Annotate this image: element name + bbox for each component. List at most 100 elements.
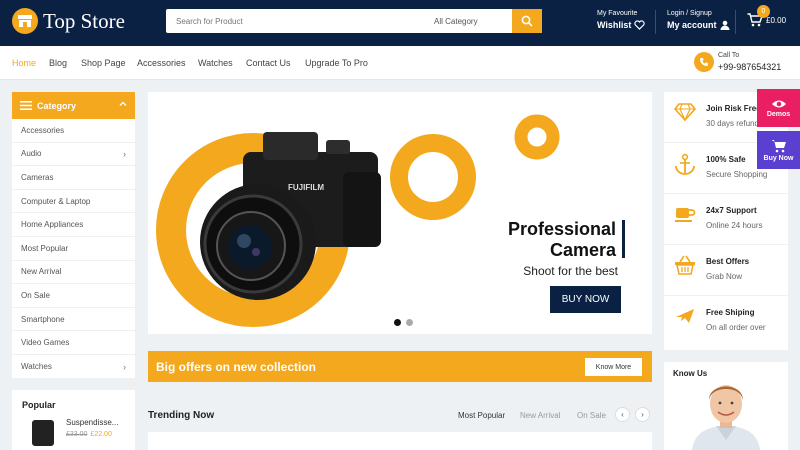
category-label: Smartphone — [21, 314, 65, 324]
category-label: Most Popular — [21, 243, 69, 253]
top-header: Top Store All Category My Favourite Wish… — [0, 0, 800, 46]
basket-icon — [675, 255, 695, 275]
category-select[interactable]: All Category — [434, 17, 478, 26]
old-price: £33.00 — [66, 431, 88, 438]
category-label: Home Appliances — [21, 220, 84, 230]
tab-most-popular[interactable]: Most Popular — [458, 411, 505, 420]
category-label: Accessories — [21, 125, 65, 135]
heart-icon — [634, 20, 646, 30]
category-item-home-appliances[interactable]: Home Appliances — [12, 213, 135, 237]
login-signup-label: Login / Signup — [667, 10, 712, 17]
category-label: New Arrival — [21, 267, 62, 277]
feature-title: Best Offers — [706, 257, 750, 266]
my-account-label: My account — [667, 20, 717, 30]
user-icon — [720, 20, 730, 30]
know-us-section: Know Us — [664, 362, 788, 450]
category-header[interactable]: Category — [12, 92, 135, 119]
slider-dot[interactable] — [406, 319, 413, 326]
category-label: On Sale — [21, 290, 50, 300]
call-label: Call To — [718, 52, 740, 59]
logo-text: Top Store — [43, 8, 125, 33]
feature-item: Free Shiping On all order over — [664, 296, 788, 347]
feature-subtitle: On all order over — [706, 323, 766, 332]
call-to[interactable]: Call To +99-987654321 — [694, 52, 781, 72]
demos-label: Demos — [766, 110, 791, 118]
account-link[interactable]: Login / Signup My account — [667, 10, 730, 30]
category-title: Category — [37, 100, 77, 111]
cart-total: £0.00 — [766, 16, 787, 25]
search-bar: All Category — [166, 9, 542, 33]
popular-section: Popular Suspendisse... £33.00 £22.00 — [12, 390, 135, 450]
phone-icon — [694, 52, 714, 72]
coffee-cup-icon — [675, 208, 696, 222]
chevron-up-icon — [119, 101, 127, 106]
search-button[interactable] — [512, 9, 542, 33]
product-name[interactable]: Suspendisse... — [66, 418, 118, 427]
prev-arrow-button[interactable]: ‹ — [615, 407, 630, 422]
feature-subtitle: Grab Now — [706, 272, 743, 281]
hero-title-line1: Professional — [507, 219, 616, 239]
nav-shop-page[interactable]: Shop Page — [81, 58, 126, 68]
category-label: Audio — [21, 149, 42, 159]
category-item-on-sale[interactable]: On Sale — [12, 284, 135, 308]
category-item-smartphone[interactable]: Smartphone — [12, 308, 135, 332]
offer-banner: Big offers on new collection Know More — [148, 351, 652, 382]
popular-title: Popular — [22, 400, 56, 410]
orange-ring-small — [514, 114, 560, 160]
search-input[interactable] — [166, 16, 406, 26]
nav-contact-us[interactable]: Contact Us — [246, 58, 291, 68]
buy-now-button[interactable]: BUY NOW — [550, 286, 621, 313]
search-icon — [521, 15, 533, 27]
nav-upgrade-to-pro[interactable]: Upgrade To Pro — [305, 58, 368, 68]
nav-blog[interactable]: Blog — [49, 58, 67, 68]
nav-home[interactable]: Home — [12, 58, 36, 68]
plane-icon — [676, 309, 694, 323]
category-item-watches[interactable]: Watches › — [12, 355, 135, 379]
feature-title: Free Shiping — [706, 308, 755, 317]
person-photo — [692, 385, 760, 450]
category-item-accessories[interactable]: Accessories — [12, 119, 135, 143]
header-divider — [655, 10, 656, 34]
feature-title: Join Risk Free — [706, 104, 761, 113]
store-icon — [12, 8, 38, 34]
favourite-label: My Favourite — [597, 10, 638, 17]
category-item-video-games[interactable]: Video Games — [12, 331, 135, 355]
nav-watches[interactable]: Watches — [198, 58, 233, 68]
category-item-audio[interactable]: Audio › — [12, 143, 135, 167]
wishlist-label: Wishlist — [597, 20, 632, 30]
category-sidebar: Category Accessories Audio › Cameras Comp… — [12, 92, 135, 378]
know-more-button[interactable]: Know More — [585, 358, 642, 376]
category-item-most-popular[interactable]: Most Popular — [12, 237, 135, 261]
trending-product-card[interactable] — [148, 432, 652, 450]
feature-subtitle: 30 days refund — [706, 119, 759, 128]
anchor-icon — [675, 153, 695, 175]
banner-text: Big offers on new collection — [156, 360, 317, 374]
slider-dot-active[interactable] — [394, 319, 401, 326]
category-item-cameras[interactable]: Cameras — [12, 166, 135, 190]
category-list: Accessories Audio › Cameras Computer & La… — [12, 119, 135, 379]
tab-on-sale[interactable]: On Sale — [577, 411, 606, 420]
hero-subtitle: Shoot for the best — [523, 264, 618, 278]
new-price: £22.00 — [90, 431, 112, 438]
demos-button[interactable]: Demos — [757, 89, 800, 127]
next-arrow-button[interactable]: › — [635, 407, 650, 422]
buy-now-label: Buy Now — [763, 154, 794, 162]
category-label: Video Games — [21, 338, 70, 348]
cart-icon — [771, 139, 786, 152]
tab-new-arrival[interactable]: New Arrival — [520, 411, 560, 420]
buy-now-floating-button[interactable]: Buy Now — [757, 131, 800, 169]
category-item-new-arrival[interactable]: New Arrival — [12, 261, 135, 285]
svg-text:FUJIFILM: FUJIFILM — [288, 183, 324, 192]
feature-title: 100% Safe — [706, 155, 746, 164]
nav-accessories[interactable]: Accessories — [137, 58, 186, 68]
header-divider — [735, 10, 736, 34]
chevron-left-icon: ‹ — [621, 410, 624, 419]
site-logo[interactable]: Top Store — [12, 8, 125, 34]
chevron-right-icon: › — [641, 410, 644, 419]
call-number: +99-987654321 — [718, 62, 782, 72]
feature-title: 24x7 Support — [706, 206, 757, 215]
product-thumbnail[interactable] — [32, 420, 54, 446]
category-item-computer-laptop[interactable]: Computer & Laptop — [12, 190, 135, 214]
wishlist-link[interactable]: My Favourite Wishlist — [597, 10, 646, 30]
feature-item: Best Offers Grab Now — [664, 245, 788, 296]
